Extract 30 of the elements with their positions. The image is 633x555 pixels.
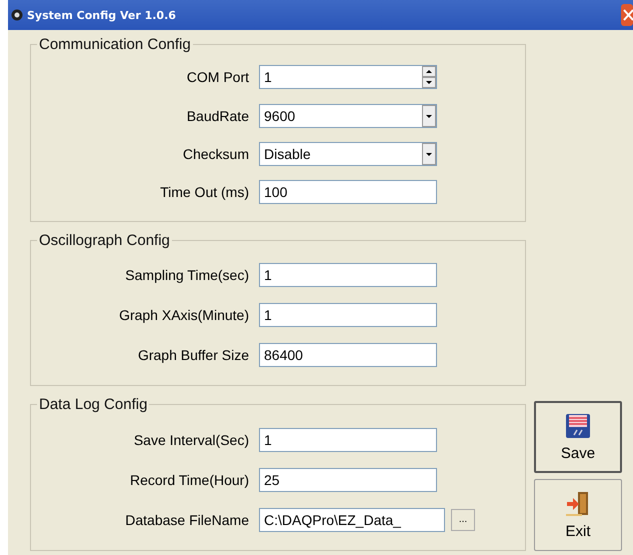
save-button[interactable]: Save: [534, 401, 622, 473]
group-title: Data Log Config: [38, 396, 148, 414]
field-label: Time Out (ms): [159, 184, 249, 200]
group-title: Communication Config: [38, 36, 192, 53]
exit-button[interactable]: Exit: [534, 479, 622, 551]
field-label: Checksum: [182, 146, 249, 162]
input-field[interactable]: 1: [259, 302, 437, 327]
input-field[interactable]: 25: [259, 468, 437, 492]
spin-field[interactable]: 1: [259, 65, 437, 90]
group-title: Oscillograph Config: [38, 232, 171, 249]
browse-button[interactable]: ...: [451, 508, 475, 531]
field-label: Sampling Time(sec): [124, 266, 249, 283]
spinner-icon[interactable]: [422, 66, 436, 88]
field-label: Record Time(Hour): [128, 472, 249, 488]
field-label: Database FileName: [124, 512, 249, 528]
input-field[interactable]: 1: [259, 262, 437, 287]
field-label: Graph Buffer Size: [136, 347, 249, 364]
door-exit-icon: [565, 490, 591, 516]
input-field[interactable]: 1: [259, 428, 437, 452]
field-label: Save Interval(Sec): [132, 432, 249, 448]
input-field[interactable]: 86400: [259, 343, 437, 368]
close-icon[interactable]: [621, 4, 633, 26]
window-title: System Config Ver 1.0.6: [27, 8, 177, 22]
field-label: COM Port: [186, 69, 249, 86]
dropdown[interactable]: 9600: [259, 104, 437, 128]
input-field[interactable]: 100: [259, 180, 437, 204]
dropdown[interactable]: Disable: [259, 142, 437, 166]
input-field[interactable]: C:\DAQPro\EZ_Data_: [259, 508, 445, 532]
field-label: Graph XAxis(Minute): [118, 306, 249, 323]
field-label: BaudRate: [186, 108, 249, 124]
